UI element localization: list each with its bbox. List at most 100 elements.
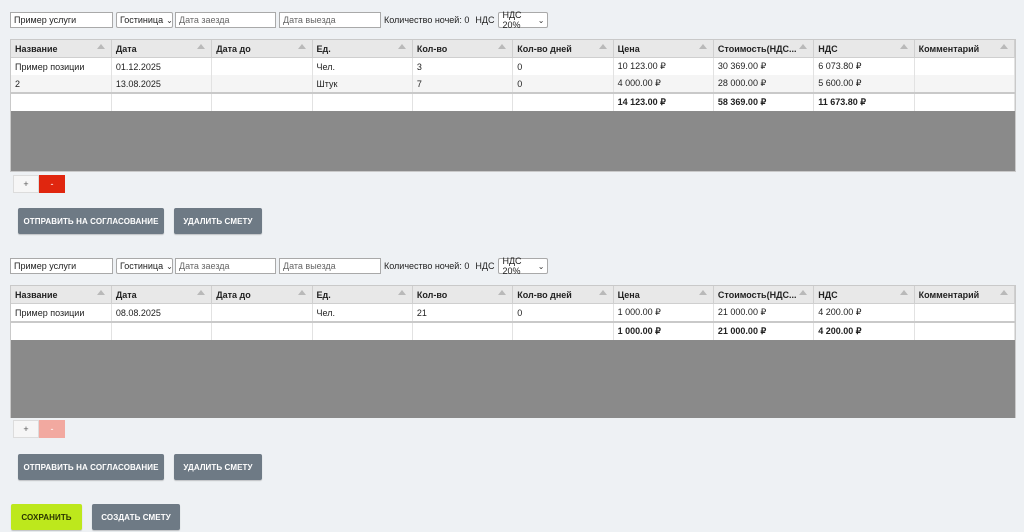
vat-label: НДС [475, 261, 495, 271]
delete-estimate-button[interactable]: УДАЛИТЬ СМЕТУ [174, 208, 262, 234]
table-cell[interactable]: 21 [412, 303, 514, 322]
sort-icon[interactable] [297, 290, 306, 295]
sort-icon[interactable] [197, 44, 206, 49]
checkout-date-input[interactable]: Дата выезда [279, 12, 381, 28]
type-select[interactable]: Гостиница ⌄ [116, 12, 173, 28]
type-select[interactable]: Гостиница ⌄ [116, 258, 173, 274]
delete-estimate-button[interactable]: УДАЛИТЬ СМЕТУ [174, 454, 262, 480]
table-cell[interactable]: 3 [412, 57, 514, 75]
column-header-comment[interactable]: Комментарий [914, 286, 1016, 304]
column-header-price[interactable]: Цена [613, 40, 714, 58]
type-select-value: Гостиница [120, 261, 164, 271]
table-row[interactable]: Пример позиции 01.12.2025 Чел. 3 0 10 12… [11, 57, 1016, 75]
table-cell[interactable]: 7 [412, 75, 514, 93]
table-cell[interactable] [914, 75, 1016, 93]
column-header-unit[interactable]: Ед. [312, 286, 413, 304]
service-input[interactable]: Пример услуги [10, 12, 113, 28]
sort-icon[interactable] [297, 44, 306, 49]
table-row[interactable]: Пример позиции 08.08.2025 Чел. 21 0 1 00… [11, 303, 1016, 322]
table-cell[interactable]: 08.08.2025 [111, 303, 213, 322]
column-header-days[interactable]: Кол-во дней [512, 40, 614, 58]
table-cell[interactable]: 01.12.2025 [111, 57, 213, 75]
table-cell[interactable]: 4 000.00 ₽ [613, 75, 714, 93]
total-cell [512, 321, 614, 340]
table-cell[interactable]: Пример позиции [11, 57, 112, 75]
checkin-date-input[interactable]: Дата заезда [175, 258, 276, 274]
vat-select[interactable]: НДС 20% ⌄ [498, 10, 549, 30]
column-header-vat[interactable]: НДС [813, 40, 915, 58]
table-cell[interactable]: 5 600.00 ₽ [813, 75, 915, 93]
send-for-approval-button[interactable]: ОТПРАВИТЬ НА СОГЛАСОВАНИЕ [18, 208, 164, 234]
table-cell[interactable]: Штук [312, 75, 413, 93]
row-controls: + - [13, 420, 65, 438]
sort-icon[interactable] [96, 44, 105, 49]
sort-icon[interactable] [899, 44, 908, 49]
table-cell[interactable]: Чел. [312, 303, 413, 322]
sort-icon[interactable] [598, 290, 607, 295]
column-header-qty[interactable]: Кол-во [412, 40, 514, 58]
table-cell[interactable]: Чел. [312, 57, 413, 75]
total-cell [914, 321, 1016, 340]
checkin-date-input[interactable]: Дата заезда [175, 12, 276, 28]
column-header-vat[interactable]: НДС [813, 286, 915, 304]
table-cell[interactable]: 10 123.00 ₽ [613, 57, 714, 75]
estimate-filters: Пример услуги Гостиница ⌄ Дата заезда Дат… [10, 10, 549, 30]
column-header-unit[interactable]: Ед. [312, 40, 413, 58]
table-cell[interactable]: 6 073.80 ₽ [813, 57, 915, 75]
table-cell[interactable]: 0 [512, 303, 614, 322]
sort-icon[interactable] [1000, 290, 1008, 295]
column-header-price[interactable]: Цена [613, 286, 714, 304]
table-cell[interactable]: 30 369.00 ₽ [713, 57, 815, 75]
send-for-approval-button[interactable]: ОТПРАВИТЬ НА СОГЛАСОВАНИЕ [18, 454, 164, 480]
table-cell[interactable]: Пример позиции [11, 303, 112, 322]
table-cell[interactable]: 0 [512, 75, 614, 93]
checkout-date-input[interactable]: Дата выезда [279, 258, 381, 274]
sort-icon[interactable] [498, 44, 507, 49]
sort-icon[interactable] [397, 290, 406, 295]
table-cell[interactable] [211, 75, 313, 93]
column-header-date-to[interactable]: Дата до [211, 40, 313, 58]
service-input[interactable]: Пример услуги [10, 258, 113, 274]
column-header-comment[interactable]: Комментарий [914, 40, 1016, 58]
sort-icon[interactable] [698, 44, 707, 49]
table-row[interactable]: 2 13.08.2025 Штук 7 0 4 000.00 ₽ 28 000.… [11, 75, 1016, 93]
table-cell[interactable]: 4 200.00 ₽ [813, 303, 915, 322]
sort-icon[interactable] [498, 290, 507, 295]
column-header-date[interactable]: Дата [111, 286, 213, 304]
table-cell[interactable] [211, 57, 313, 75]
table-cell[interactable]: 0 [512, 57, 614, 75]
create-estimate-button[interactable]: СОЗДАТЬ СМЕТУ [92, 504, 180, 530]
column-header-date[interactable]: Дата [111, 40, 213, 58]
column-header-cost[interactable]: Стоимость(НДС... [713, 286, 815, 304]
save-button[interactable]: СОХРАНИТЬ [11, 504, 82, 530]
column-header-days[interactable]: Кол-во дней [512, 286, 614, 304]
table-cell[interactable] [211, 303, 313, 322]
table-cell[interactable]: 21 000.00 ₽ [713, 303, 815, 322]
sort-icon[interactable] [96, 290, 105, 295]
table-cell[interactable] [914, 57, 1016, 75]
sort-icon[interactable] [397, 44, 406, 49]
vat-select[interactable]: НДС 20% ⌄ [498, 256, 549, 276]
column-header-cost[interactable]: Стоимость(НДС... [713, 40, 815, 58]
column-header-date-to[interactable]: Дата до [211, 286, 313, 304]
column-header-qty[interactable]: Кол-во [412, 286, 514, 304]
add-row-button[interactable]: + [13, 175, 39, 193]
remove-row-button[interactable]: - [39, 420, 65, 438]
table-cell[interactable]: 28 000.00 ₽ [713, 75, 815, 93]
sort-icon[interactable] [799, 44, 808, 49]
sort-icon[interactable] [698, 290, 707, 295]
sort-icon[interactable] [799, 290, 808, 295]
column-header-name[interactable]: Название [11, 40, 112, 58]
sort-icon[interactable] [598, 44, 607, 49]
column-header-name[interactable]: Название [11, 286, 112, 304]
table-cell[interactable]: 1 000.00 ₽ [613, 303, 714, 322]
table-cell[interactable]: 13.08.2025 [111, 75, 213, 93]
table-cell[interactable]: 2 [11, 75, 112, 93]
sort-icon[interactable] [197, 290, 206, 295]
sort-icon[interactable] [1000, 44, 1008, 49]
remove-row-button[interactable]: - [39, 175, 65, 193]
add-row-button[interactable]: + [13, 420, 39, 438]
table-cell[interactable] [914, 303, 1016, 322]
totals-row: 1 000.00 ₽ 21 000.00 ₽ 4 200.00 ₽ [11, 321, 1016, 340]
sort-icon[interactable] [899, 290, 908, 295]
